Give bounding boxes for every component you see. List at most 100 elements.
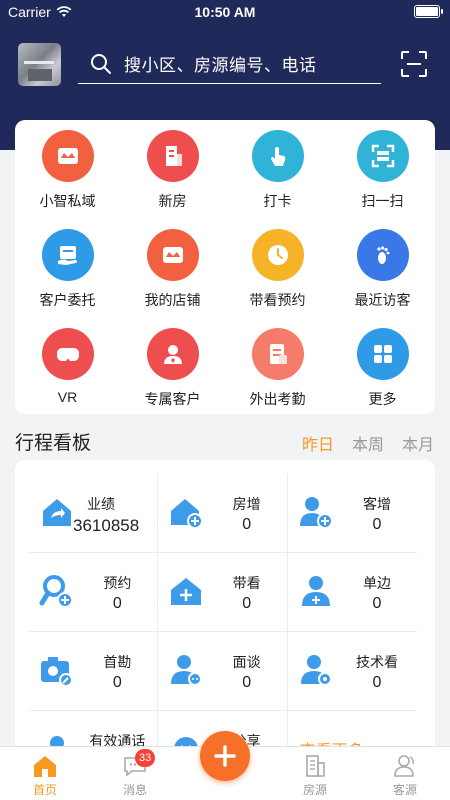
menu-label: 扫一扫 <box>361 193 404 209</box>
user-tech-icon <box>300 655 332 686</box>
house-add-icon <box>171 499 204 529</box>
stat-label: 房增 <box>232 496 261 512</box>
tab-this-week[interactable]: 本周 <box>352 431 384 455</box>
menu-item-customer-entrust[interactable]: 客户委托 <box>15 229 120 328</box>
battery-icon <box>414 5 443 18</box>
menu-label: 外出考勤 <box>249 391 306 407</box>
building-icon <box>146 130 199 182</box>
user-chat-icon <box>171 655 203 686</box>
plus-icon <box>214 745 236 767</box>
tab-yesterday[interactable]: 昨日 <box>302 431 334 455</box>
stat-performance[interactable]: 业绩 3610858 <box>29 474 159 553</box>
store-icon <box>146 229 199 281</box>
stat-value: 0 <box>242 595 252 612</box>
tab-listings[interactable]: 房源 <box>270 747 360 800</box>
menu-label: 打卡 <box>263 193 292 209</box>
message-count-badge: 33 <box>135 749 156 767</box>
stat-first-survey[interactable]: 首勘 0 <box>29 632 159 711</box>
avatar[interactable] <box>18 43 61 86</box>
footprint-icon <box>356 229 409 281</box>
status-bar: Carrier 10:50 AM <box>0 0 450 24</box>
menu-item-new-house[interactable]: 新房 <box>120 130 225 229</box>
tab-label: 客源 <box>392 783 417 797</box>
menu-item-outing-attendance[interactable]: 外出考勤 <box>225 328 330 427</box>
stat-viewing[interactable]: 带看 0 <box>158 553 288 632</box>
vr-goggles-icon <box>41 328 94 380</box>
scan-icon[interactable] <box>400 50 428 78</box>
tab-label: 房源 <box>302 783 327 797</box>
search-input[interactable]: 搜小区、房源编号、电话 <box>124 51 317 76</box>
menu-label: 专属客户 <box>144 391 201 407</box>
stat-value: 0 <box>242 516 252 533</box>
house-share-icon <box>43 499 71 526</box>
menu-item-check-in[interactable]: 打卡 <box>225 130 330 229</box>
attendance-icon <box>251 328 304 380</box>
menu-item-more[interactable]: 更多 <box>330 328 435 427</box>
stat-label: 预约 <box>103 575 132 591</box>
menu-label: 更多 <box>368 391 397 407</box>
menu-label: 新房 <box>158 193 187 209</box>
house-plus-icon <box>171 578 202 605</box>
quick-menu-card: 小智私域 新房 打卡 扫一扫 客户委托 我的店铺 带看预约 最近访客 VR 专属… <box>15 120 435 414</box>
vip-user-icon <box>146 328 199 380</box>
home-icon <box>34 756 56 777</box>
menu-label: VR <box>57 389 78 405</box>
menu-item-scan[interactable]: 扫一扫 <box>330 130 435 229</box>
stat-technical-view[interactable]: 技术看 0 <box>287 632 417 711</box>
building-icon <box>306 755 325 777</box>
clock-icon <box>251 229 304 281</box>
stat-value: 0 <box>242 674 252 691</box>
customers-icon <box>394 755 414 777</box>
stat-value: 0 <box>372 595 382 612</box>
stat-value: 0 <box>112 674 122 691</box>
store-icon <box>41 130 94 182</box>
stat-value: 0 <box>112 595 122 612</box>
stat-label: 单边 <box>362 575 391 591</box>
add-button[interactable] <box>200 731 250 781</box>
search-icon <box>91 53 111 74</box>
menu-item-exclusive-customer[interactable]: 专属客户 <box>120 328 225 427</box>
stat-value: 0 <box>372 516 382 533</box>
handshake-icon <box>41 229 94 281</box>
period-tabs: 昨日 本周 本月 <box>302 431 434 455</box>
tab-label: 消息 <box>122 783 147 797</box>
menu-label: 我的店铺 <box>144 292 201 308</box>
tap-hand-icon <box>251 130 304 182</box>
camera-edit-icon <box>41 657 73 687</box>
stat-label: 带看 <box>232 575 261 591</box>
grid-icon <box>356 328 409 380</box>
menu-item-viewing-booking[interactable]: 带看预约 <box>225 229 330 328</box>
menu-item-recent-visitors[interactable]: 最近访客 <box>330 229 435 328</box>
stat-house-added[interactable]: 房增 0 <box>158 474 288 553</box>
stat-value: 3610858 <box>73 516 140 535</box>
tab-this-month[interactable]: 本月 <box>402 431 434 455</box>
quick-menu-grid: 小智私域 新房 打卡 扫一扫 客户委托 我的店铺 带看预约 最近访客 VR 专属… <box>15 130 435 427</box>
stat-label: 业绩 <box>87 496 115 512</box>
magnifier-add-icon <box>39 575 73 608</box>
menu-label: 小智私域 <box>39 193 96 209</box>
user-plus-icon <box>301 576 330 606</box>
stat-label: 面谈 <box>232 654 261 670</box>
menu-item-private-domain[interactable]: 小智私域 <box>15 130 120 229</box>
search-bar[interactable]: 搜小区、房源编号、电话 <box>78 44 381 84</box>
stat-label: 技术看 <box>355 654 398 670</box>
stat-one-side[interactable]: 单边 0 <box>287 553 417 632</box>
stat-label: 客增 <box>362 496 391 512</box>
menu-label: 客户委托 <box>39 292 96 308</box>
menu-item-vr[interactable]: VR <box>15 328 120 427</box>
menu-item-my-store[interactable]: 我的店铺 <box>120 229 225 328</box>
menu-label: 最近访客 <box>354 292 411 308</box>
stat-interview[interactable]: 面谈 0 <box>158 632 288 711</box>
stat-label: 首勘 <box>103 654 132 670</box>
stat-value: 0 <box>372 674 382 691</box>
user-add-icon <box>299 497 333 529</box>
menu-label: 带看预约 <box>249 292 306 308</box>
tab-home[interactable]: 首页 <box>0 747 90 800</box>
stat-customer-added[interactable]: 客增 0 <box>287 474 417 553</box>
tab-label: 首页 <box>32 783 57 797</box>
status-time: 10:50 AM <box>194 4 256 20</box>
tab-customers[interactable]: 客源 <box>360 747 450 800</box>
stat-appointment[interactable]: 预约 0 <box>29 553 159 632</box>
board-title: 行程看板 <box>15 433 92 454</box>
scan-icon <box>356 130 409 182</box>
